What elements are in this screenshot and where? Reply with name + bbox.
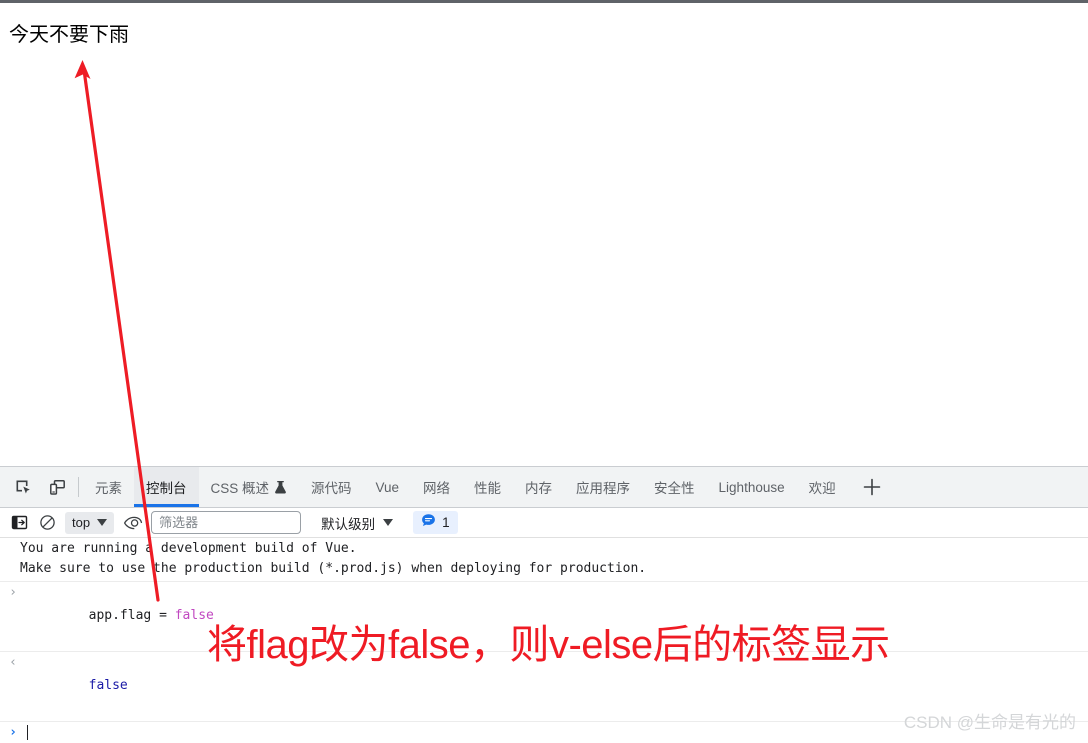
tab-label: 性能	[474, 481, 502, 496]
tab-console[interactable]: 控制台	[134, 467, 199, 507]
devtools-tabstrip: 元素 控制台 CSS 概述 源代码 Vue 网络 性能 内存 应用程序 安全性 …	[0, 467, 1088, 508]
input-token-expression: app.flag =	[88, 608, 175, 623]
tab-label: 控制台	[146, 481, 187, 496]
inspect-element-icon[interactable]	[6, 470, 40, 504]
text-cursor	[27, 725, 28, 740]
clear-console-icon[interactable]	[34, 511, 60, 535]
csdn-watermark: CSDN @生命是有光的	[903, 713, 1076, 732]
tab-sources[interactable]: 源代码	[299, 467, 364, 507]
tab-lighthouse[interactable]: Lighthouse	[707, 467, 797, 507]
console-filter-input[interactable]	[151, 511, 302, 534]
tab-label: 源代码	[311, 481, 352, 496]
console-warning-line-2: Make sure to use the production build (*…	[20, 561, 647, 576]
tab-label: 安全性	[654, 481, 695, 496]
page-viewport: 今天不要下雨	[0, 3, 1088, 466]
output-arrow-icon: ‹	[9, 655, 17, 670]
chevron-down-icon	[383, 519, 394, 526]
input-token-value: false	[174, 608, 214, 623]
console-message-warning[interactable]: You are running a development build of V…	[0, 538, 1088, 582]
tab-label: 应用程序	[576, 481, 631, 496]
console-warning-line-1: You are running a development build of V…	[20, 541, 357, 556]
speech-bubble-icon	[421, 513, 436, 533]
tab-label: 元素	[95, 481, 122, 496]
devtools-panel: 元素 控制台 CSS 概述 源代码 Vue 网络 性能 内存 应用程序 安全性 …	[0, 466, 1088, 743]
tab-label: 内存	[525, 481, 553, 496]
message-count-badge[interactable]: 1	[413, 511, 458, 534]
tab-vue[interactable]: Vue	[364, 467, 412, 507]
log-level-dropdown[interactable]: 默认级别	[313, 512, 401, 534]
device-toolbar-icon[interactable]	[40, 470, 74, 504]
tab-security[interactable]: 安全性	[642, 467, 707, 507]
message-count-value: 1	[442, 515, 450, 530]
tab-label: 网络	[423, 481, 451, 496]
tab-label: CSS 概述	[210, 481, 270, 496]
tab-label: Lighthouse	[718, 479, 785, 495]
tab-network[interactable]: 网络	[411, 467, 462, 507]
tab-performance[interactable]: 性能	[462, 467, 513, 507]
tab-application[interactable]: 应用程序	[564, 467, 642, 507]
annotation-red-text: 将flag改为false，则v-else后的标签显示	[207, 623, 890, 667]
tab-elements[interactable]: 元素	[83, 467, 134, 507]
add-tab-button[interactable]	[854, 470, 890, 504]
log-level-value: 默认级别	[321, 516, 376, 532]
execution-context-dropdown[interactable]: top	[65, 511, 115, 534]
output-token-value: false	[88, 678, 128, 693]
tab-welcome[interactable]: 欢迎	[797, 467, 848, 507]
tab-css-overview[interactable]: CSS 概述	[199, 467, 300, 507]
page-heading: 今天不要下雨	[9, 24, 129, 46]
input-arrow-icon: ›	[9, 585, 17, 600]
prompt-arrow-icon: ›	[9, 725, 17, 740]
tab-memory[interactable]: 内存	[513, 467, 564, 507]
flask-icon	[274, 480, 287, 494]
tab-label: 欢迎	[808, 481, 836, 496]
console-sidebar-toggle-icon[interactable]	[6, 511, 32, 535]
live-expression-eye-icon[interactable]	[119, 511, 147, 535]
tabstrip-divider	[78, 477, 79, 497]
chevron-down-icon	[97, 519, 108, 526]
execution-context-value: top	[72, 515, 91, 530]
tab-label: Vue	[375, 479, 400, 495]
console-toolbar: top 默认级别 1	[0, 508, 1088, 538]
